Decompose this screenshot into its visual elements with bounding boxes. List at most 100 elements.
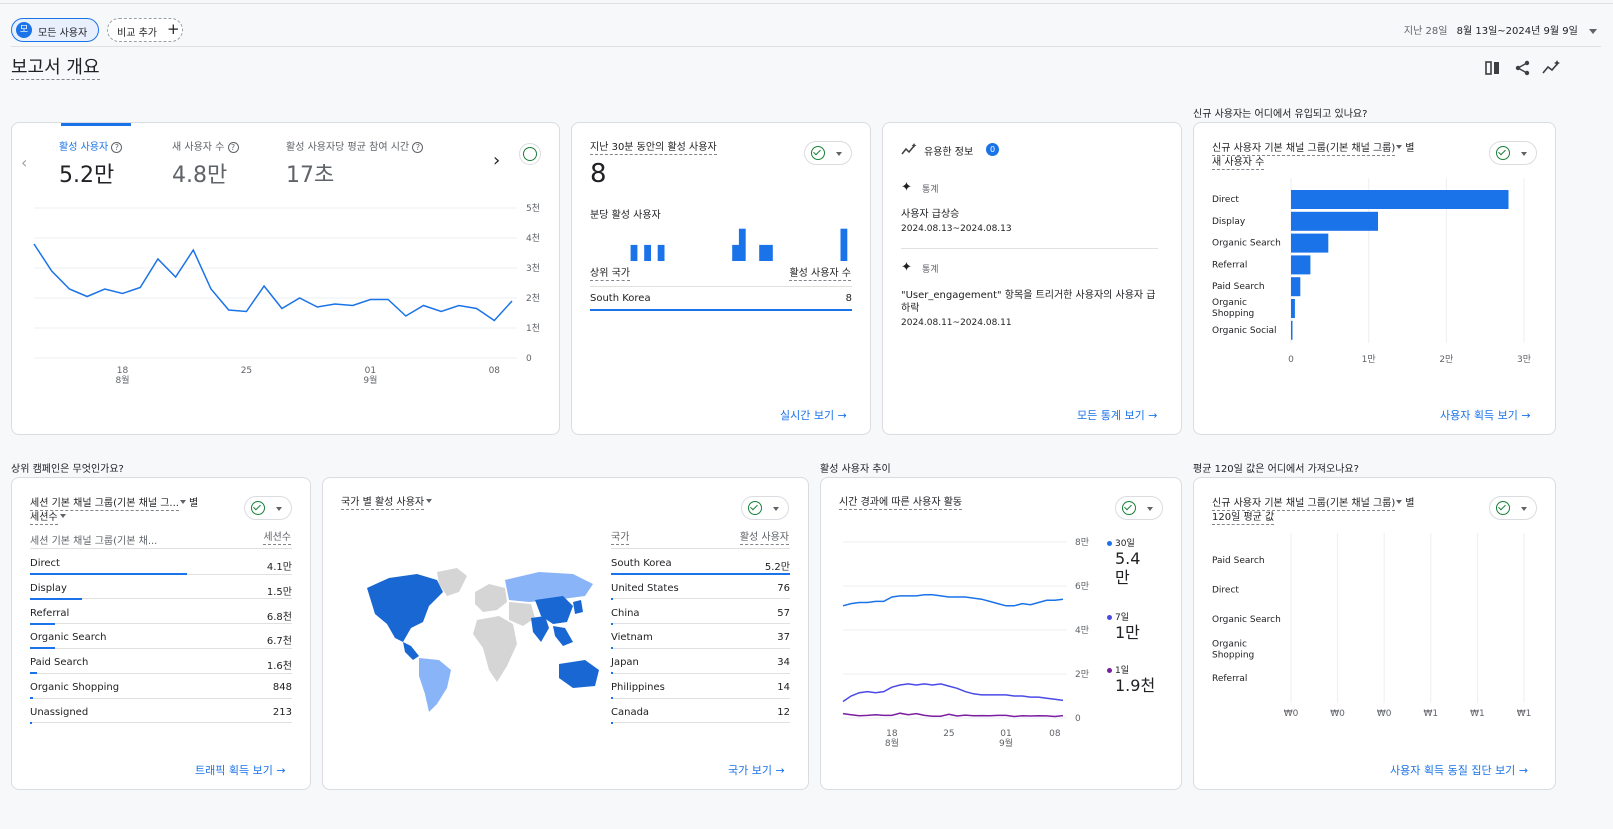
map-region-europe bbox=[475, 584, 507, 612]
row-divider bbox=[613, 598, 790, 600]
col-header-sessions: 세션수 bbox=[263, 532, 291, 545]
view-countries-link[interactable]: 국가 보기 → bbox=[728, 762, 785, 778]
y-tick-label: 2만 bbox=[1075, 669, 1089, 680]
map-region-africa bbox=[473, 616, 517, 682]
session-count: 1.6천 bbox=[266, 661, 292, 673]
series-30-day bbox=[842, 594, 1064, 607]
chevron-right-icon[interactable]: › bbox=[493, 150, 500, 171]
sessions-by-channel-card: 세션 기본 채널 그룹(기본 채널 그... 별 세션수 세션 기본 채널 그룹(기… bbox=[11, 477, 311, 790]
legend-dot bbox=[1107, 668, 1112, 673]
card-options-dropdown[interactable] bbox=[1489, 141, 1537, 165]
status-check-icon[interactable] bbox=[519, 143, 541, 165]
map-region-north-america bbox=[367, 574, 443, 642]
x-tick-month: 9월 bbox=[363, 374, 377, 386]
kpi-metric-active-users[interactable]: 활성 사용자 ? 5.2만 bbox=[59, 138, 123, 189]
card-title[interactable]: 신규 사용자 기본 채널 그룹(기본 채널 그룹) 별 120일 평균 값 bbox=[1212, 497, 1477, 525]
col-header-channel: 세션 기본 채널 그룹(기본 채... bbox=[30, 536, 158, 547]
card-options-dropdown[interactable] bbox=[1489, 496, 1537, 520]
channel-bar bbox=[1291, 277, 1301, 297]
insight-text[interactable]: 사용자 급상승 bbox=[901, 208, 1161, 221]
country-name: United States bbox=[611, 582, 679, 594]
x-tick-day: 18 bbox=[117, 366, 129, 376]
map-region-southeast-asia bbox=[553, 626, 573, 646]
category-label: Organic Search bbox=[1212, 615, 1281, 625]
x-tick-label: 0 bbox=[1288, 355, 1294, 365]
chevron-down-icon bbox=[1396, 500, 1403, 504]
ltv-bar-chart: ₩0 ₩0 ₩0 ₩1 ₩1 ₩1 Paid Search Direct Organic Sea… bbox=[1212, 533, 1531, 719]
row-divider bbox=[54, 647, 292, 649]
map-region-russia bbox=[505, 572, 593, 602]
card-title[interactable]: 세션 기본 채널 그룹(기본 채널 그... 별 세션수 bbox=[30, 497, 240, 525]
map-region-central-america bbox=[403, 642, 419, 660]
kpi-metric-engagement-time[interactable]: 활성 사용자당 평균 참여 시간 ? 17초 bbox=[286, 138, 424, 189]
row-share-bar bbox=[30, 647, 55, 650]
compare-columns-icon[interactable] bbox=[1484, 59, 1502, 77]
ltv-by-channel-card: 신규 사용자 기본 채널 그룹(기본 채널 그룹) 별 120일 평균 값 ₩0 ₩0… bbox=[1193, 477, 1556, 790]
table-row: Organic Search 6.7천 bbox=[30, 632, 292, 647]
card-title[interactable]: 신규 사용자 기본 채널 그룹(기본 채널 그룹) 별 새 사용자 수 bbox=[1212, 142, 1477, 170]
card-subtitle: 120일 평균 값 bbox=[1212, 512, 1275, 525]
x-tick-label: 2만 bbox=[1439, 354, 1453, 365]
category-label: Organic bbox=[1212, 298, 1247, 308]
segment-badge: 모 bbox=[16, 22, 32, 38]
y-tick-label: 1천 bbox=[526, 323, 540, 334]
user-activity-line-chart: 8만 6만 4만 2만 0 188월 25 019월 08 bbox=[842, 537, 1089, 749]
world-map[interactable] bbox=[359, 566, 609, 716]
col-header-active-users: 활성 사용자 수 bbox=[789, 268, 851, 281]
channel-name: Referral bbox=[30, 607, 70, 619]
kpi-overview-card: ‹ 활성 사용자 ? 5.2만 새 사용자 수 ? 4.8만 활성 사용자당 평… bbox=[11, 122, 560, 435]
map-region-india bbox=[531, 616, 549, 642]
category-label: Shopping bbox=[1212, 309, 1254, 319]
legend-dot bbox=[1107, 541, 1112, 546]
card-options-dropdown[interactable] bbox=[244, 496, 292, 520]
insights-count-badge: 0 bbox=[986, 143, 999, 156]
session-count: 6.7천 bbox=[266, 636, 292, 648]
date-range-selector[interactable]: 지난 28일 8월 13일~2024년 9월 9일 bbox=[1404, 22, 1597, 37]
x-tick-month: 8월 bbox=[116, 374, 130, 386]
x-tick-day: 25 bbox=[943, 729, 954, 739]
minute-bar bbox=[732, 244, 739, 261]
x-tick-month: 9월 bbox=[999, 737, 1013, 749]
active-users-by-country-card: 국가 별 활성 사용자 국가 활성 사용자 South Korea 5.2만 Uni… bbox=[322, 477, 809, 790]
map-region-middle-east bbox=[509, 602, 535, 626]
card-options-dropdown[interactable] bbox=[804, 141, 852, 165]
table-row: South Korea 5.2만 bbox=[611, 558, 790, 573]
chevron-left-icon[interactable]: ‹ bbox=[21, 153, 27, 172]
view-all-insights-link[interactable]: 모든 통계 보기 → bbox=[1077, 407, 1157, 423]
country-value: 12 bbox=[777, 706, 790, 718]
view-traffic-acquisition-link[interactable]: 트래픽 획득 보기 → bbox=[195, 762, 286, 778]
arrow-right-icon: → bbox=[1518, 764, 1529, 777]
x-tick-label: ₩0 bbox=[1377, 709, 1392, 719]
view-realtime-link[interactable]: 실시간 보기 → bbox=[780, 407, 847, 423]
y-tick-label: 5천 bbox=[526, 203, 540, 214]
section-title-ltv: 평균 120일 값은 어디에서 가져오나요? bbox=[1193, 464, 1359, 475]
category-label: Referral bbox=[1212, 674, 1247, 684]
country-value: 8 bbox=[845, 293, 852, 304]
card-options-dropdown[interactable] bbox=[741, 496, 789, 520]
category-label: Organic bbox=[1212, 640, 1247, 650]
insights-icon[interactable] bbox=[1541, 59, 1561, 77]
table-row: South Korea 8 bbox=[590, 293, 852, 304]
country-name: Vietnam bbox=[611, 632, 653, 644]
row-divider bbox=[613, 647, 790, 649]
channel-name: Organic Shopping bbox=[30, 682, 120, 693]
chevron-down-icon bbox=[59, 514, 66, 518]
channel-bar bbox=[1291, 233, 1329, 253]
kpi-metric-new-users[interactable]: 새 사용자 수 ? 4.8만 bbox=[172, 138, 239, 189]
card-title[interactable]: 국가 별 활성 사용자 bbox=[341, 497, 433, 510]
card-options-dropdown[interactable] bbox=[1115, 496, 1163, 520]
arrow-right-icon: → bbox=[775, 764, 785, 777]
realtime-card: 지난 30분 동안의 활성 사용자 8 분당 활성 사용자 상위 국가 활성 사… bbox=[571, 122, 871, 435]
x-tick-label: ₩0 bbox=[1330, 709, 1345, 719]
table-row: Referral 6.8천 bbox=[30, 607, 292, 623]
col-header-country: 상위 국가 bbox=[590, 268, 630, 281]
view-acquisition-link[interactable]: 사용자 획득 보기 → bbox=[1440, 407, 1531, 423]
add-comparison-button[interactable]: 비교 추가 + bbox=[107, 18, 183, 42]
share-icon[interactable] bbox=[1514, 59, 1532, 77]
y-tick-label: 3천 bbox=[526, 263, 540, 274]
category-label: Organic Social bbox=[1212, 326, 1277, 336]
segment-all-users-chip[interactable]: 모 모든 사용자 bbox=[11, 18, 99, 42]
insight-text[interactable]: "User_engagement" 항목을 트리거한 사용자의 사용자 급하락 bbox=[901, 289, 1156, 315]
map-region-south-america bbox=[419, 658, 451, 712]
view-acquisition-cohort-link[interactable]: 사용자 획득 동질 집단 보기 → bbox=[1390, 762, 1528, 778]
